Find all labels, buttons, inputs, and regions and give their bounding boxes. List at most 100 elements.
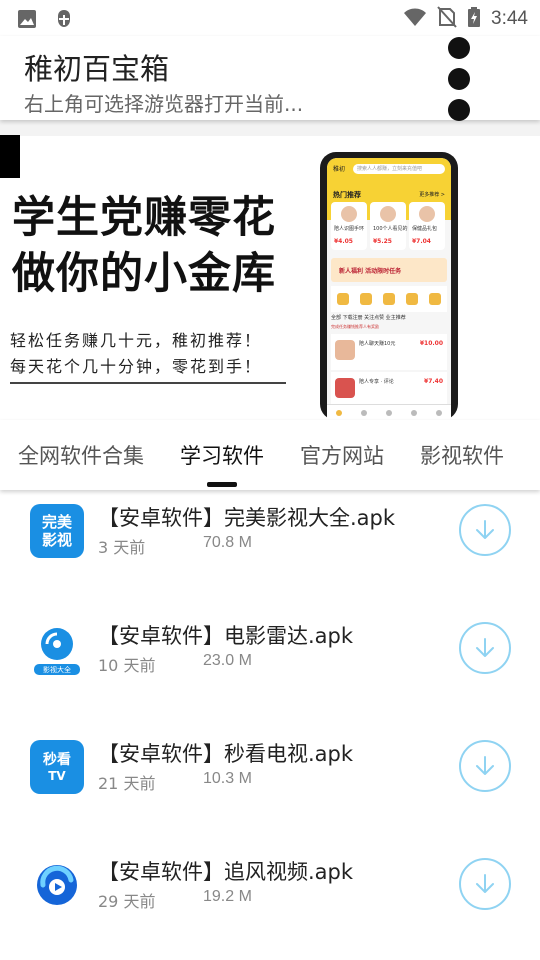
icon-caption: 影视大全	[43, 666, 71, 674]
download-arrow-icon	[476, 756, 494, 775]
download-button[interactable]	[459, 622, 511, 674]
phone-hot-title: 热门推荐	[333, 191, 361, 199]
app-subtitle: 右上角可选择游览器打开当前...	[24, 92, 304, 116]
phone-card-title: 陪人识图手环	[334, 226, 365, 232]
wifi-icon	[403, 7, 427, 31]
menu-dot-icon	[448, 68, 470, 90]
phone-logo: 稚初	[333, 166, 346, 173]
phone-card: 保健品礼包 ¥7.04	[409, 202, 445, 250]
file-age: 21 天前	[98, 774, 156, 793]
phone-card-title: 保健品礼包	[412, 226, 438, 232]
icon-caption: 完美	[41, 513, 72, 531]
phone-cards: 陪人识图手环 ¥4.05 100个人看见的 ¥5.25 保健品礼包 ¥7.04	[331, 202, 445, 250]
banner-subtext-line1: 轻松任务赚几十元，稚初推荐！	[10, 331, 263, 350]
banner-headline-line2: 做你的小金库	[12, 249, 276, 299]
file-title: 【安卓软件】秒看电视.apk	[98, 742, 354, 766]
app-title: 稚初百宝箱	[24, 52, 170, 86]
phone-row-price: ¥7.40	[424, 378, 443, 385]
menu-dot-icon	[448, 37, 470, 59]
miaokan-tv-app-icon: 秒看 TV	[30, 740, 84, 794]
avatar	[419, 206, 435, 222]
phone-category-icons	[331, 286, 447, 312]
battery-charging-icon	[467, 6, 481, 32]
category-icon	[429, 293, 442, 305]
nav-dot-icon	[385, 409, 392, 416]
tab-video-software[interactable]: 影视软件	[420, 440, 504, 470]
file-age: 3 天前	[98, 538, 146, 557]
category-icon	[382, 293, 395, 305]
download-button[interactable]	[459, 858, 511, 910]
phone-card: 陪人识图手环 ¥4.05	[331, 202, 367, 250]
banner-accent-block	[0, 135, 20, 178]
tab-all-software[interactable]: 全网软件合集	[18, 440, 144, 470]
overflow-menu-button[interactable]	[446, 36, 472, 122]
phone-row: 陪人聊天赚10元 ¥10.00	[331, 334, 447, 370]
wanmei-yingshi-app-icon: 完美 影视	[30, 504, 84, 558]
phone-card-price: ¥7.04	[412, 238, 431, 245]
phone-row: 陪人专享 · 评论 ¥7.40	[331, 372, 447, 408]
file-age: 29 天前	[98, 892, 156, 911]
image-icon	[16, 8, 38, 34]
nav-dot-icon	[435, 409, 442, 416]
tab-official-sites[interactable]: 官方网站	[300, 440, 384, 470]
tab-study-software[interactable]: 学习软件	[180, 440, 264, 470]
phone-promo: 新人福利 活动限时任务	[331, 258, 447, 282]
phone-row-title: 陪人聊天赚10元	[359, 341, 396, 347]
phone-hot-more: 更多推荐 >	[419, 192, 445, 198]
file-list: 完美 影视 【安卓软件】完美影视大全.apk 3 天前 70.8 M 影视大全 …	[0, 490, 540, 960]
download-button[interactable]	[459, 504, 511, 556]
avatar	[341, 206, 357, 222]
phone-row-thumb	[335, 378, 355, 398]
phone-search: 搜索人人都赚，立刻来充值吧	[353, 164, 445, 174]
banner-subtext: 轻松任务赚几十元，稚初推荐！ 每天花个几十分钟，零花到手！	[10, 328, 262, 380]
banner-headline: 学生党赚零花 做你的小金库	[12, 190, 276, 302]
phone-card: 100个人看见的 ¥5.25	[370, 202, 408, 250]
active-tab-indicator	[207, 482, 237, 487]
download-arrow-icon	[476, 638, 494, 657]
download-button[interactable]	[459, 740, 511, 792]
no-sim-icon	[437, 6, 457, 32]
phone-card-title: 100个人看见的	[373, 226, 408, 232]
banner-headline-line1: 学生党赚零花	[12, 193, 276, 243]
download-arrow-icon	[476, 874, 494, 893]
list-item[interactable]: 秒看 TV 【安卓软件】秒看电视.apk 21 天前 10.3 M	[0, 726, 540, 844]
nav-dot-icon	[410, 409, 417, 416]
file-size: 10.3 M	[203, 770, 252, 787]
file-title: 【安卓软件】追风视频.apk	[98, 860, 354, 884]
phone-row-title: 陪人专享 · 评论	[359, 379, 394, 385]
phone-note: 完成任务赚钱推荐人有奖励	[331, 324, 379, 329]
category-icon	[336, 293, 349, 305]
bug-icon	[52, 7, 76, 35]
file-age: 10 天前	[98, 656, 156, 675]
banner-subtext-line2: 每天花个几十分钟，零花到手！	[10, 357, 263, 376]
file-size: 23.0 M	[203, 652, 252, 669]
banner-top-strip	[0, 120, 540, 136]
dianying-leida-app-icon: 影视大全	[30, 622, 84, 676]
menu-dot-icon	[448, 99, 470, 121]
phone-tabs: 全部 下载注册 关注点赞 业主推荐	[331, 315, 406, 321]
status-bar: 3:44	[0, 0, 540, 36]
phone-row-price: ¥10.00	[419, 340, 443, 347]
list-item[interactable]: 【安卓软件】追风视频.apk 29 天前 19.2 M	[0, 844, 540, 960]
banner-underline	[10, 382, 286, 384]
category-icon	[359, 293, 372, 305]
file-size: 19.2 M	[203, 888, 252, 905]
phone-screen: 稚初 搜索人人都赚，立刻来充值吧 热门推荐 更多推荐 > 陪人识图手环 ¥4.05…	[327, 158, 451, 420]
phone-row-thumb	[335, 340, 355, 360]
nav-dot-icon	[361, 409, 368, 416]
promo-banner[interactable]: 学生党赚零花 做你的小金库 轻松任务赚几十元，稚初推荐！ 每天花个几十分钟，零花…	[0, 120, 540, 420]
nav-dot-icon	[336, 409, 343, 416]
phone-mockup: 稚初 搜索人人都赚，立刻来充值吧 热门推荐 更多推荐 > 陪人识图手环 ¥4.05…	[320, 152, 458, 420]
download-arrow-icon	[476, 520, 494, 539]
avatar	[380, 206, 396, 222]
icon-caption: 秒看	[43, 751, 71, 768]
file-title: 【安卓软件】电影雷达.apk	[98, 624, 354, 648]
zhuifeng-video-app-icon	[30, 858, 84, 912]
app-header: 稚初百宝箱 右上角可选择游览器打开当前...	[0, 36, 540, 122]
list-item[interactable]: 影视大全 【安卓软件】电影雷达.apk 10 天前 23.0 M	[0, 608, 540, 726]
list-item[interactable]: 完美 影视 【安卓软件】完美影视大全.apk 3 天前 70.8 M	[0, 490, 540, 608]
icon-caption: TV	[48, 768, 66, 783]
phone-card-price: ¥5.25	[373, 238, 392, 245]
icon-caption: 影视	[41, 531, 72, 549]
category-tabs: 全网软件合集 学习软件 官方网站 影视软件	[0, 420, 540, 490]
